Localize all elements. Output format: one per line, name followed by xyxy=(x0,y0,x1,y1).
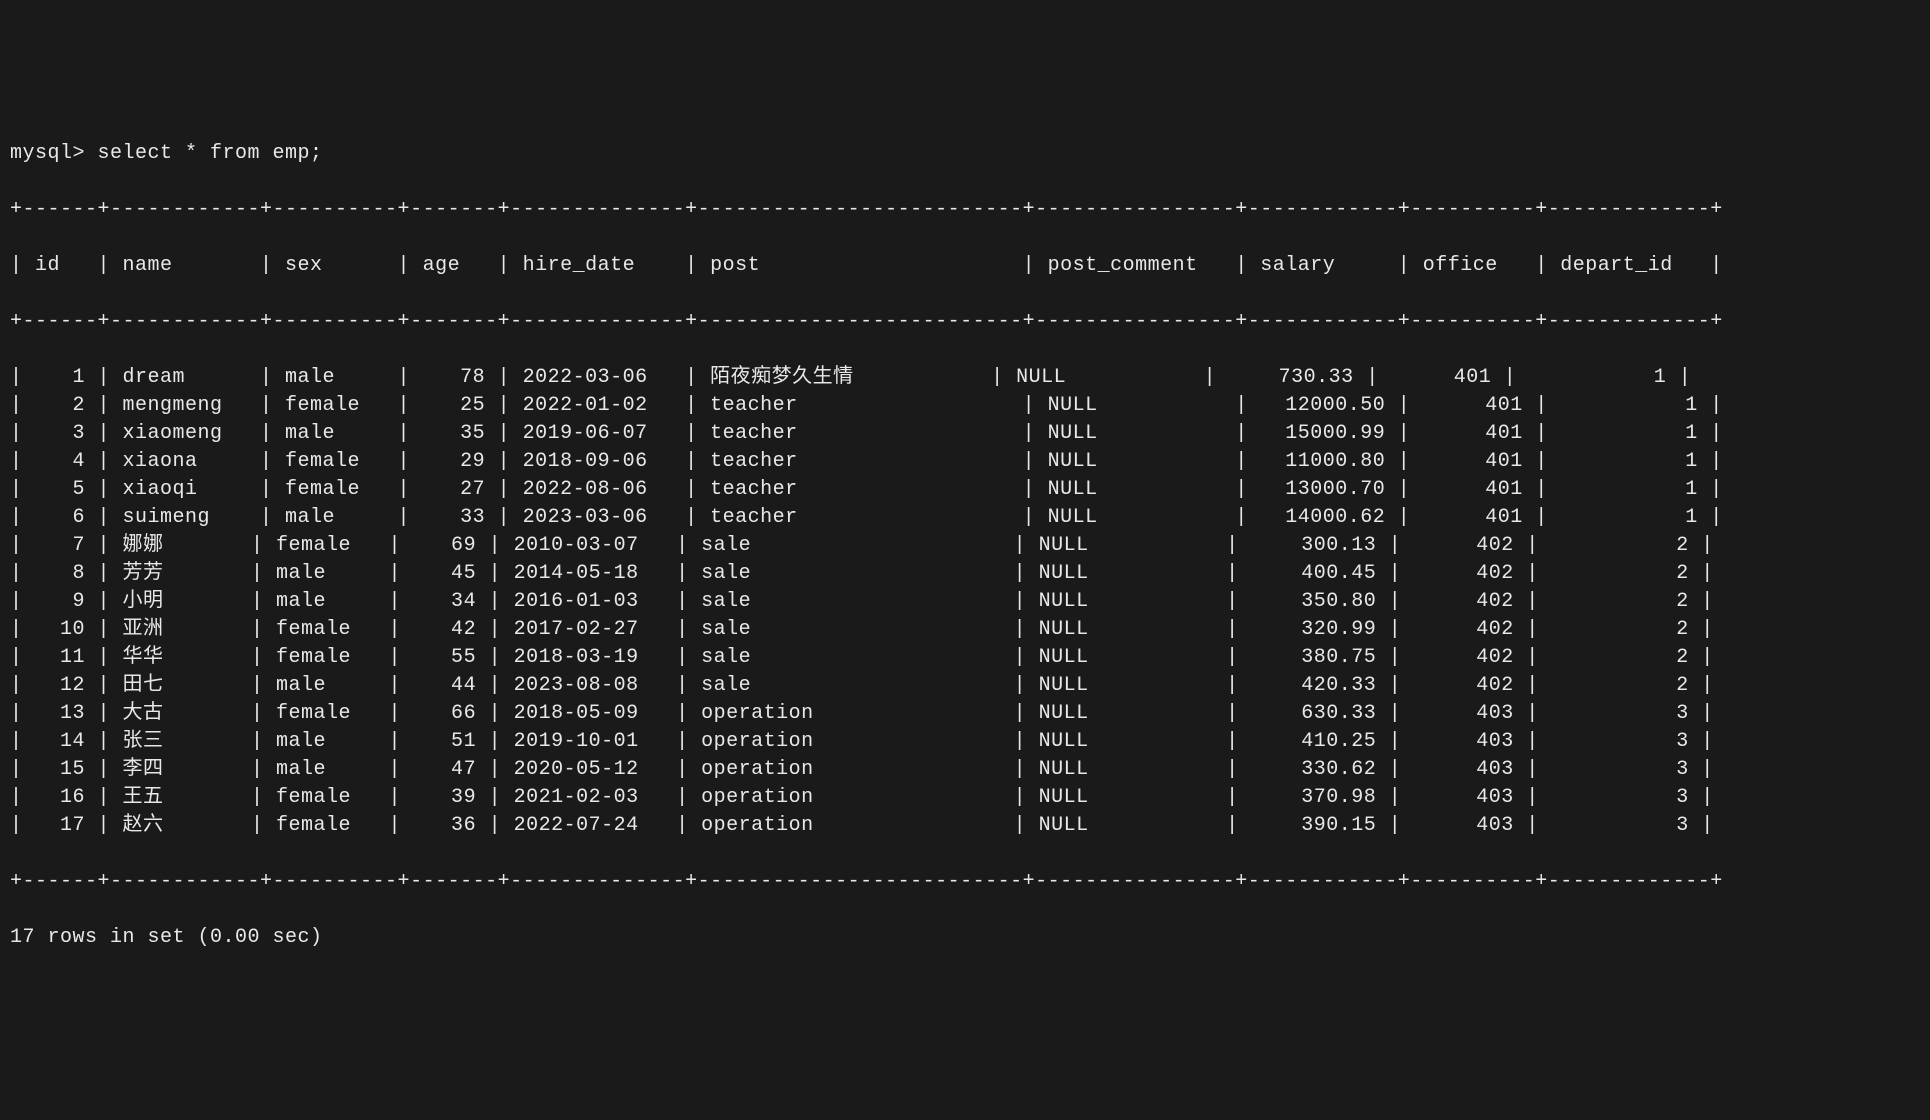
table-row: | 17 | 赵六 | female | 36 | 2022-07-24 | o… xyxy=(10,812,1920,840)
table-row: | 13 | 大古 | female | 66 | 2018-05-09 | o… xyxy=(10,700,1920,728)
table-row: | 5 | xiaoqi | female | 27 | 2022-08-06 … xyxy=(10,476,1920,504)
mysql-terminal[interactable]: mysql> select * from emp; +------+------… xyxy=(0,112,1930,980)
table-rows: | 1 | dream | male | 78 | 2022-03-06 | 陌… xyxy=(10,364,1920,840)
table-row: | 10 | 亚洲 | female | 42 | 2017-02-27 | s… xyxy=(10,616,1920,644)
table-row: | 15 | 李四 | male | 47 | 2020-05-12 | ope… xyxy=(10,756,1920,784)
table-row: | 9 | 小明 | male | 34 | 2016-01-03 | sale… xyxy=(10,588,1920,616)
table-row: | 16 | 王五 | female | 39 | 2021-02-03 | o… xyxy=(10,784,1920,812)
table-row: | 2 | mengmeng | female | 25 | 2022-01-0… xyxy=(10,392,1920,420)
table-row: | 4 | xiaona | female | 29 | 2018-09-06 … xyxy=(10,448,1920,476)
table-row: | 7 | 娜娜 | female | 69 | 2010-03-07 | sa… xyxy=(10,532,1920,560)
table-header-border: +------+------------+----------+-------+… xyxy=(10,308,1920,336)
table-row: | 8 | 芳芳 | male | 45 | 2014-05-18 | sale… xyxy=(10,560,1920,588)
table-row: | 6 | suimeng | male | 33 | 2023-03-06 |… xyxy=(10,504,1920,532)
table-row: | 14 | 张三 | male | 51 | 2019-10-01 | ope… xyxy=(10,728,1920,756)
table-header-row: | id | name | sex | age | hire_date | po… xyxy=(10,252,1920,280)
table-row: | 1 | dream | male | 78 | 2022-03-06 | 陌… xyxy=(10,364,1920,392)
result-summary: 17 rows in set (0.00 sec) xyxy=(10,924,1920,952)
table-row: | 12 | 田七 | male | 44 | 2023-08-08 | sal… xyxy=(10,672,1920,700)
table-bottom-border: +------+------------+----------+-------+… xyxy=(10,868,1920,896)
table-top-border: +------+------------+----------+-------+… xyxy=(10,196,1920,224)
table-row: | 3 | xiaomeng | male | 35 | 2019-06-07 … xyxy=(10,420,1920,448)
sql-prompt-line: mysql> select * from emp; xyxy=(10,140,1920,168)
table-row: | 11 | 华华 | female | 55 | 2018-03-19 | s… xyxy=(10,644,1920,672)
